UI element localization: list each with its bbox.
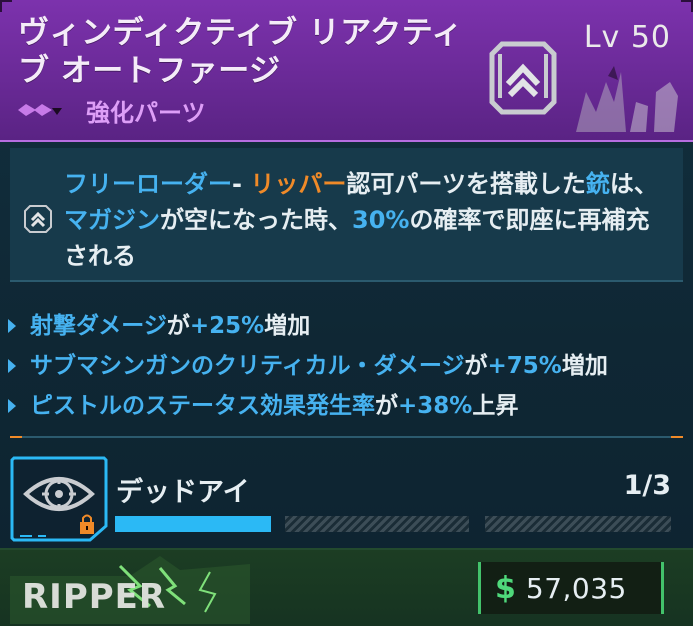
- stat-line: サブマシンガンのクリティカル・ダメージが+75%増加: [8, 346, 688, 386]
- stat-list: 射撃ダメージが+25%増加 サブマシンガンのクリティカル・ダメージが+75%増加…: [8, 306, 688, 426]
- bullet-icon: [8, 399, 16, 413]
- chevron-shield-icon: [489, 41, 557, 115]
- stat-line: 射撃ダメージが+25%増加: [8, 306, 688, 346]
- rarity-row: 強化パーツ: [18, 96, 206, 127]
- skill-progress-segment-empty: [285, 516, 469, 532]
- skill-progress-segment-filled: [115, 516, 271, 532]
- item-price: 57,035: [525, 571, 627, 605]
- manufacturer-art: [576, 66, 678, 132]
- rarity-label: 強化パーツ: [86, 98, 206, 127]
- item-footer: RIPPER $ 57,035: [0, 548, 693, 626]
- bullet-icon: [8, 319, 16, 333]
- stat-line: ピストルのステータス効果発生率が+38%上昇: [8, 386, 688, 426]
- description-text: フリーローダー- リッパー認可パーツを搭載した銃は、マガジンが空になった時、30…: [64, 170, 658, 270]
- rarity-gem-icon: [18, 104, 62, 116]
- price-box: $ 57,035: [478, 562, 664, 614]
- chevron-shield-icon: [24, 205, 52, 233]
- item-card: ヴィンディクティブ リアクティブ オートファージ 強化パーツ Lv 50 フリー…: [0, 0, 693, 626]
- description-box: フリーローダー- リッパー認可パーツを搭載した銃は、マガジンが空になった時、30…: [10, 148, 683, 282]
- currency-icon: $: [495, 570, 516, 606]
- item-level: Lv 50: [583, 20, 671, 55]
- bullet-icon: [8, 359, 16, 373]
- skill-icon-frame[interactable]: [10, 456, 108, 542]
- item-name: ヴィンディクティブ リアクティブ オートファージ: [18, 15, 463, 89]
- manufacturer-logo: RIPPER: [10, 556, 250, 624]
- skill-rank-count: 1/3: [623, 470, 671, 501]
- svg-text:RIPPER: RIPPER: [22, 577, 166, 617]
- section-divider: [10, 436, 683, 438]
- skill-name: デッドアイ: [116, 477, 250, 508]
- item-header: ヴィンディクティブ リアクティブ オートファージ 強化パーツ Lv 50: [0, 0, 693, 142]
- skill-progress-segment-empty: [485, 516, 671, 532]
